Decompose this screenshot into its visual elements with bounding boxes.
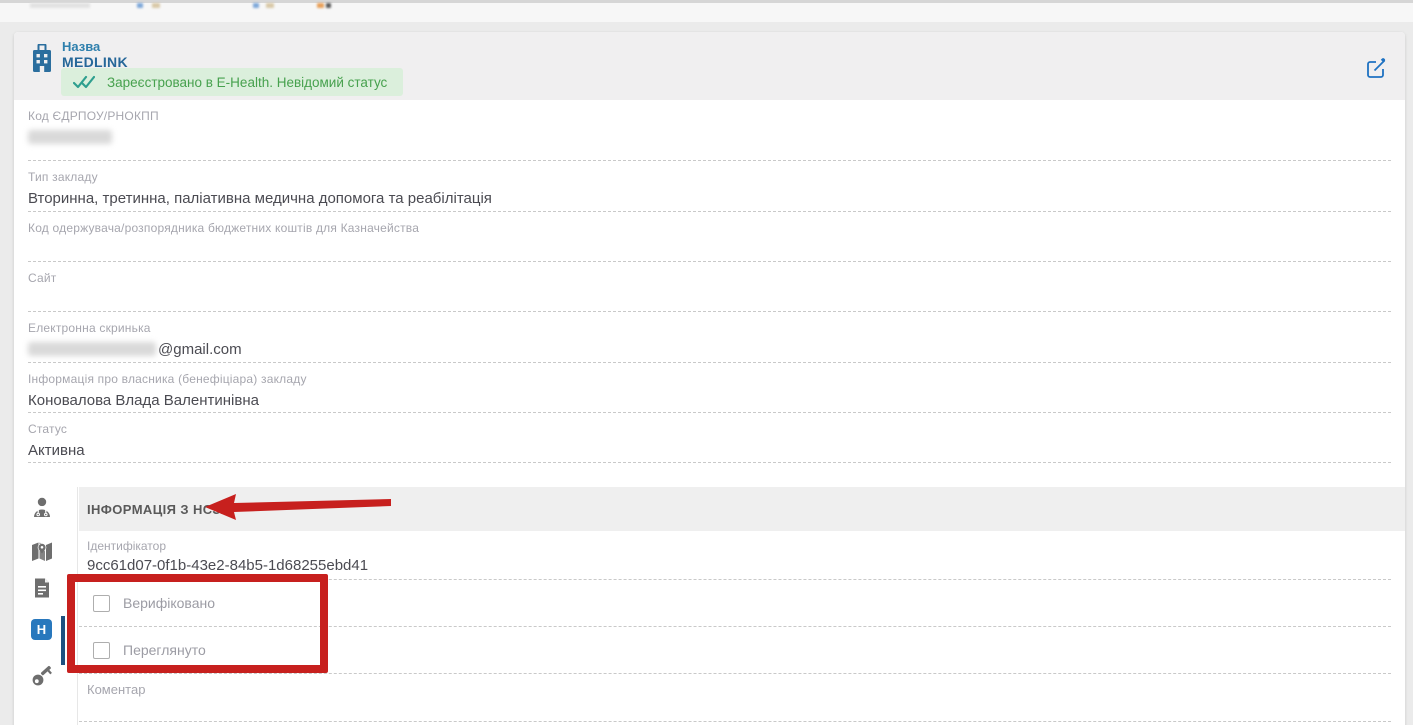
field-label: Сайт — [28, 271, 1391, 285]
facility-card: Назва MEDLINK Зареєстровано в E-Health. … — [14, 32, 1405, 725]
cropped-top-toolbar — [0, 0, 1413, 22]
ehealth-status-text: Зареєстровано в E-Health. Невідомий стат… — [107, 75, 387, 90]
doctor-icon[interactable] — [31, 497, 53, 519]
field-row-edrpou: Код ЄДРПОУ/РНОКПП — [28, 100, 1391, 161]
identifier-value: 9cc61d07-0f1b-43e2-84b5-1d68255ebd41 — [87, 557, 1391, 574]
field-row-status: Статус Активна — [28, 413, 1391, 463]
nszu-content: ІНФОРМАЦІЯ З НСЗУ Ідентифікатор 9cc61d07… — [79, 487, 1405, 725]
reviewed-checkbox[interactable] — [93, 642, 110, 659]
nszu-section-title: ІНФОРМАЦІЯ З НСЗУ — [87, 502, 229, 517]
field-value — [28, 290, 1391, 308]
comment-row[interactable]: Коментар — [79, 674, 1391, 722]
field-value: @gmail.com — [28, 340, 1391, 358]
double-check-icon — [73, 75, 95, 89]
field-label: Тип закладу — [28, 170, 1391, 184]
toolbar-fragment — [317, 3, 324, 8]
comment-label: Коментар — [87, 682, 1391, 697]
verified-checkbox[interactable] — [93, 595, 110, 612]
field-label: Код одержувача/розпорядника бюджетних ко… — [28, 221, 1391, 235]
hospital-tab-icon[interactable]: H — [31, 619, 52, 640]
toolbar-fragment — [266, 3, 274, 8]
field-value: Активна — [28, 441, 1391, 459]
edit-button[interactable] — [1366, 57, 1388, 79]
field-row-treasury-code: Код одержувача/розпорядника бюджетних ко… — [28, 212, 1391, 262]
key-icon[interactable] — [31, 665, 53, 687]
redacted-value — [28, 342, 156, 356]
hospital-building-icon — [30, 44, 54, 72]
field-row-facility-type: Тип закладу Вторинна, третинна, паліатив… — [28, 161, 1391, 212]
field-label: Інформація про власника (бенефіціара) за… — [28, 372, 1391, 386]
toolbar-fragment — [137, 3, 143, 8]
field-row-owner: Інформація про власника (бенефіціара) за… — [28, 363, 1391, 413]
identifier-label: Ідентифікатор — [87, 539, 1391, 553]
verified-checkbox-row: Верифіковано — [79, 580, 1391, 627]
reviewed-checkbox-row: Переглянуто — [79, 627, 1391, 674]
name-field-label: Назва — [62, 39, 100, 54]
field-row-email: Електронна скринька @gmail.com — [28, 312, 1391, 363]
facility-fields: Код ЄДРПОУ/РНОКПП Тип закладу Вторинна, … — [14, 100, 1405, 463]
verified-checkbox-label: Верифіковано — [123, 595, 215, 611]
field-label: Електронна скринька — [28, 321, 1391, 335]
field-value — [28, 128, 1391, 146]
email-domain-text: @gmail.com — [158, 341, 242, 358]
section-icon-rail: H — [14, 487, 78, 725]
redacted-value — [28, 130, 112, 144]
document-icon[interactable] — [31, 577, 53, 599]
ehealth-status-badge: Зареєстровано в E-Health. Невідомий стат… — [61, 68, 403, 96]
field-label: Код ЄДРПОУ/РНОКПП — [28, 109, 1391, 123]
toolbar-fragment — [253, 3, 259, 8]
map-location-icon[interactable] — [31, 540, 53, 562]
toolbar-fragment — [30, 3, 90, 8]
toolbar-fragment — [152, 3, 160, 8]
field-value — [28, 240, 1391, 258]
active-section-indicator — [61, 616, 65, 665]
reviewed-checkbox-label: Переглянуто — [123, 642, 206, 658]
field-value: Коновалова Влада Валентинівна — [28, 391, 1391, 409]
nszu-section: H ІНФОРМАЦІЯ З НСЗУ Ідентифікатор 9cc61d… — [14, 487, 1405, 725]
field-row-website: Сайт — [28, 262, 1391, 312]
identifier-row: Ідентифікатор 9cc61d07-0f1b-43e2-84b5-1d… — [79, 531, 1391, 580]
nszu-section-header: ІНФОРМАЦІЯ З НСЗУ — [79, 487, 1405, 531]
field-value: Вторинна, третинна, паліативна медична д… — [28, 189, 1391, 207]
toolbar-fragment — [326, 3, 331, 8]
facility-card-header: Назва MEDLINK Зареєстровано в E-Health. … — [14, 32, 1405, 100]
field-label: Статус — [28, 422, 1391, 436]
